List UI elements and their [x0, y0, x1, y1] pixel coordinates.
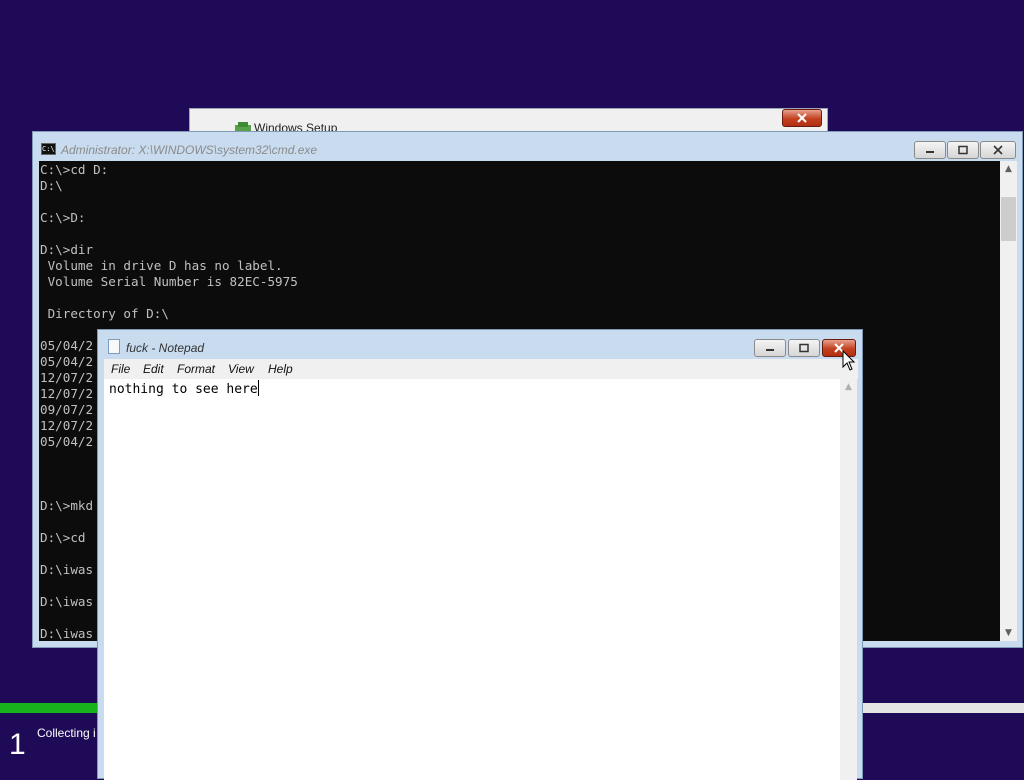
cmd-close-button[interactable] — [980, 141, 1016, 159]
mouse-cursor-icon — [842, 350, 856, 371]
notepad-minimize-button[interactable] — [754, 339, 786, 357]
menu-help[interactable]: Help — [268, 362, 293, 376]
cmd-maximize-button[interactable] — [947, 141, 979, 159]
minimize-icon — [766, 349, 774, 351]
chevron-up-icon[interactable]: ▲ — [840, 379, 857, 395]
cmd-icon: C:\ — [41, 143, 56, 155]
notepad-content: nothing to see here — [109, 382, 258, 397]
cmd-line — [40, 226, 1000, 242]
notepad-window[interactable]: fuck - Notepad File Edit Format View Hel… — [97, 329, 863, 780]
cmd-titlebar[interactable]: C:\ Administrator: X:\WINDOWS\system32\c… — [33, 132, 1022, 161]
minimize-icon — [926, 151, 934, 153]
notepad-maximize-button[interactable] — [788, 339, 820, 357]
cmd-line: Volume Serial Number is 82EC-5975 — [40, 274, 298, 289]
setup-step-number: 1 — [9, 728, 26, 761]
text-caret — [257, 380, 259, 396]
chevron-up-icon[interactable]: ▲ — [1000, 161, 1017, 177]
cmd-minimize-button[interactable] — [914, 141, 946, 159]
cmd-line — [40, 194, 1000, 210]
cmd-line: Directory of D:\ — [40, 306, 169, 321]
notepad-icon — [108, 339, 120, 354]
cmd-line — [40, 290, 1000, 306]
cmd-scrollbar[interactable]: ▲ ▼ — [1000, 161, 1017, 641]
restore-icon — [799, 343, 809, 353]
cmd-line: C:\>D: — [40, 210, 86, 225]
cmd-line: D:\ — [40, 178, 63, 193]
cmd-line: D:\>dir — [40, 242, 94, 257]
cmd-line: C:\>cd D: — [40, 162, 109, 177]
setup-step-text: Collecting i — [37, 726, 96, 740]
notepad-text-area[interactable]: nothing to see here — [104, 379, 840, 780]
setup-progress-fill — [0, 703, 98, 713]
cmd-scroll-thumb[interactable] — [1001, 197, 1016, 241]
restore-icon — [958, 145, 968, 155]
notepad-menubar: File Edit Format View Help — [104, 359, 858, 379]
menu-format[interactable]: Format — [177, 362, 215, 376]
close-icon — [797, 113, 807, 123]
menu-edit[interactable]: Edit — [143, 362, 164, 376]
setup-close-button[interactable] — [782, 109, 822, 127]
cmd-line: Volume in drive D has no label. — [40, 258, 283, 273]
close-icon — [993, 145, 1003, 155]
notepad-scrollbar[interactable]: ▲ — [840, 379, 857, 780]
menu-view[interactable]: View — [228, 362, 254, 376]
cmd-window-title: Administrator: X:\WINDOWS\system32\cmd.e… — [61, 143, 318, 157]
chevron-down-icon[interactable]: ▼ — [1000, 625, 1017, 641]
notepad-window-title: fuck - Notepad — [126, 341, 205, 355]
menu-file[interactable]: File — [111, 362, 130, 376]
